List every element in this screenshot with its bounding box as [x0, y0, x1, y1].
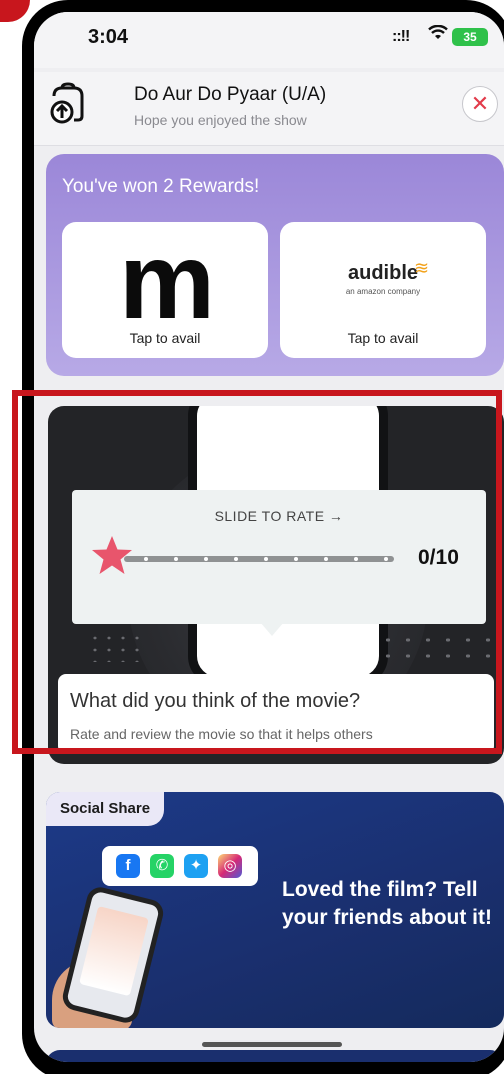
- twitter-icon: ✦: [184, 854, 208, 878]
- audible-logo-text: audible: [347, 262, 418, 284]
- wifi-icon: [428, 24, 448, 47]
- instagram-icon: ◎: [218, 854, 242, 878]
- signal-icon: ::!!: [392, 28, 410, 45]
- show-header: Do Aur Do Pyaar (U/A) Hope you enjoyed t…: [34, 72, 504, 146]
- battery-icon: 35: [452, 28, 488, 46]
- reward-m-logo: m: [118, 220, 215, 341]
- highlight-box: [12, 390, 502, 754]
- rewards-title: You've won 2 Rewards!: [62, 176, 260, 197]
- social-share-card[interactable]: Social Share f ✆ ✦ ◎ Loved the film? Tel…: [46, 792, 504, 1028]
- show-subtitle: Hope you enjoyed the show: [134, 112, 307, 128]
- red-corner-decoration: [0, 0, 30, 22]
- close-button[interactable]: ✕: [462, 86, 498, 122]
- status-bar: 3:04 ::!! 35: [34, 12, 504, 68]
- audible-logo: audible ≋ an amazon company: [280, 258, 486, 296]
- facebook-icon: f: [116, 854, 140, 878]
- status-time: 3:04: [88, 26, 129, 48]
- rewards-banner: You've won 2 Rewards! m Tap to avail aud…: [46, 154, 504, 376]
- home-indicator[interactable]: [202, 1042, 342, 1047]
- reward-action-label: Tap to avail: [347, 330, 419, 346]
- hand-phone-illustration: [59, 884, 167, 1026]
- whatsapp-icon: ✆: [150, 854, 174, 878]
- show-title: Do Aur Do Pyaar (U/A): [134, 84, 327, 105]
- hand-phone-screen: [79, 906, 149, 997]
- reward-action-label: Tap to avail: [129, 330, 201, 346]
- share-apps-bubble: f ✆ ✦ ◎: [102, 846, 258, 886]
- audible-tagline: an amazon company: [345, 287, 421, 296]
- reward-card-m[interactable]: m Tap to avail: [62, 222, 268, 358]
- social-share-tab: Social Share: [46, 792, 165, 826]
- show-upload-icon: [46, 82, 90, 126]
- social-share-headline: Loved the film? Tell your friends about …: [282, 878, 492, 929]
- next-card-peek: [46, 1050, 504, 1062]
- audible-waves-icon: ≋: [414, 258, 430, 278]
- reward-card-audible[interactable]: audible ≋ an amazon company Tap to avail: [280, 222, 486, 358]
- close-icon: ✕: [470, 91, 490, 116]
